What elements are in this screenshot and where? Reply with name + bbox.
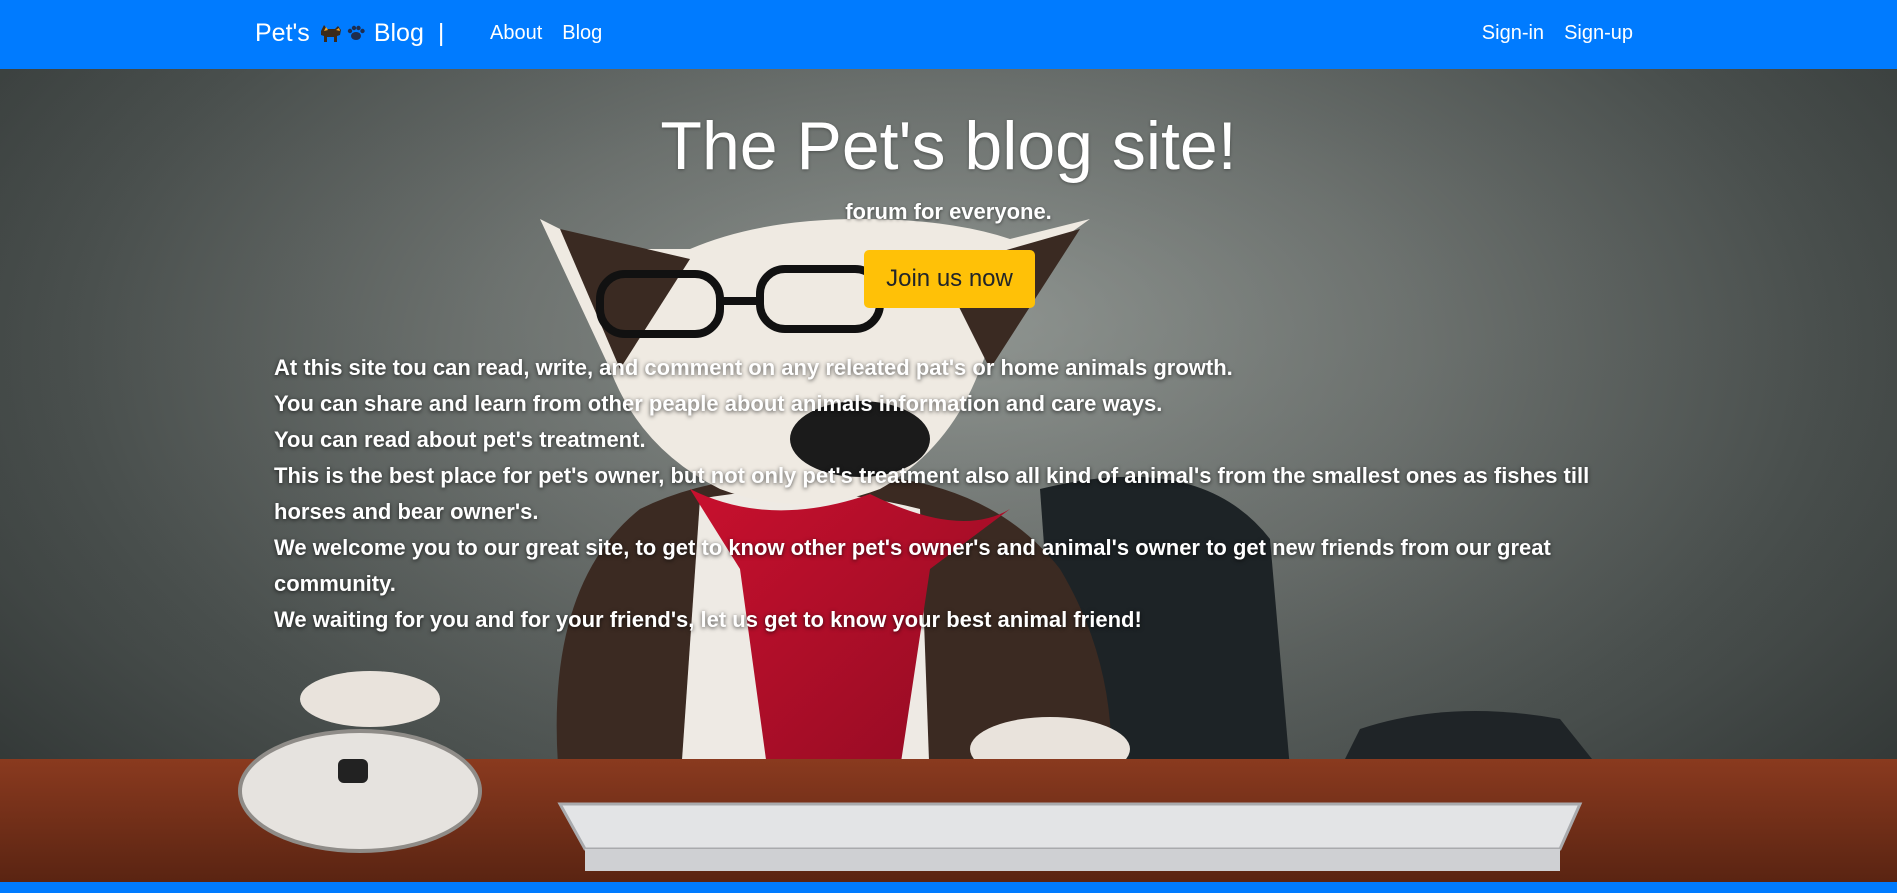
nav-link-sign-in[interactable]: Sign-in xyxy=(1482,20,1544,46)
hero-section: The Pet's blog site! forum for everyone.… xyxy=(0,69,1897,882)
hero-paragraph: You can share and learn from other peapl… xyxy=(274,391,1163,416)
brand-logo[interactable]: Pet's Blog | xyxy=(255,16,444,50)
hero-paragraph: At this site tou can read, write, and co… xyxy=(274,355,1233,380)
nav-links-left: About Blog xyxy=(490,20,602,46)
join-us-button[interactable]: Join us now xyxy=(864,250,1035,308)
hero-subtitle: forum for everyone. xyxy=(845,199,1052,224)
brand-icons xyxy=(318,21,366,45)
nav-link-blog[interactable]: Blog xyxy=(562,20,602,46)
brand-separator: | xyxy=(437,19,445,47)
brand-text-pets: Pet's xyxy=(255,19,310,47)
hero-title: The Pet's blog site! xyxy=(660,108,1237,184)
hero-description: At this site tou can read, write, and co… xyxy=(274,350,1634,638)
dog-icon xyxy=(320,25,341,42)
footer-bar xyxy=(0,882,1897,893)
hero-paragraph: We waiting for you and for your friend's… xyxy=(274,607,1142,632)
hero-paragraph: We welcome you to our great site, to get… xyxy=(274,535,1551,596)
brand-text-blog: Blog xyxy=(373,19,424,47)
hero-paragraph: This is the best place for pet's owner, … xyxy=(274,463,1590,524)
navbar: Pet's Blog | About Blog Sign-in Sign-up xyxy=(0,0,1897,69)
nav-links-right: Sign-in Sign-up xyxy=(1482,20,1633,46)
hero-paragraph: You can read about pet's treatment. xyxy=(274,427,646,452)
nav-link-about[interactable]: About xyxy=(490,20,542,46)
nav-link-sign-up[interactable]: Sign-up xyxy=(1564,20,1633,46)
paw-icon xyxy=(347,25,365,40)
